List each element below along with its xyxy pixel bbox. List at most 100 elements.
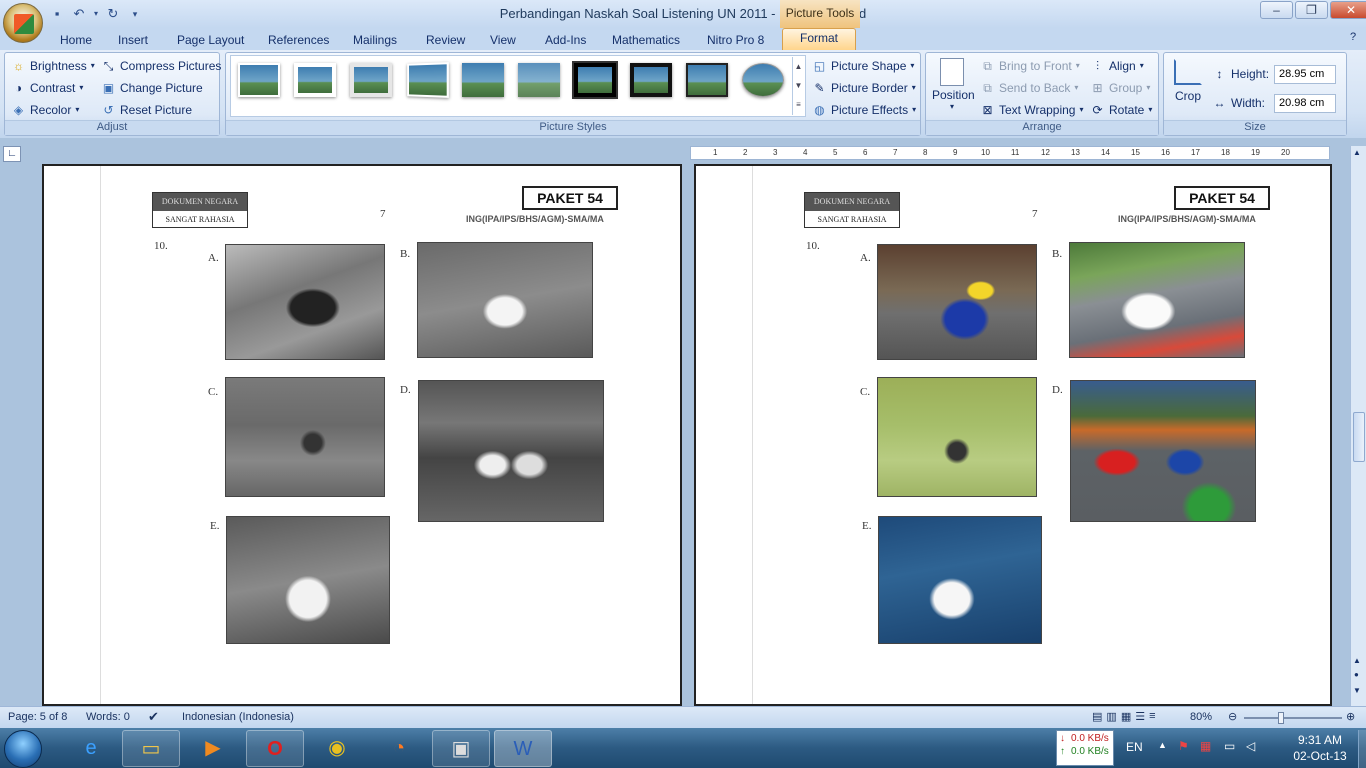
change-picture-button[interactable]: ▣ Change Picture bbox=[101, 78, 203, 98]
option-c-image[interactable] bbox=[225, 377, 385, 497]
tab-selector-button[interactable]: ∟ bbox=[3, 146, 21, 162]
volume-icon[interactable]: ◁ bbox=[1246, 739, 1255, 753]
text-wrapping-button[interactable]: ⊠ Text Wrapping ▾ bbox=[980, 100, 1083, 120]
option-c-image[interactable] bbox=[877, 377, 1037, 497]
picture-style-1[interactable] bbox=[238, 63, 280, 97]
minimize-button[interactable]: – bbox=[1260, 1, 1293, 19]
compress-pictures-button[interactable]: ⤡ Compress Pictures bbox=[101, 56, 222, 76]
picture-style-2[interactable] bbox=[294, 63, 336, 97]
draft-view-icon[interactable]: ≡ bbox=[1149, 710, 1155, 723]
picture-style-9[interactable] bbox=[686, 63, 728, 97]
scroll-thumb[interactable] bbox=[1353, 412, 1365, 462]
language-status[interactable]: Indonesian (Indonesia) bbox=[182, 711, 294, 723]
option-d-image[interactable] bbox=[418, 380, 604, 522]
full-screen-reading-icon[interactable]: ▥ bbox=[1106, 710, 1116, 723]
proofing-icon[interactable]: ✔ bbox=[148, 709, 159, 725]
tab-format[interactable]: Format bbox=[782, 28, 856, 50]
start-button[interactable] bbox=[4, 730, 42, 768]
contrast-button[interactable]: ◑ Contrast ▾ bbox=[11, 78, 84, 98]
page-count-status[interactable]: Page: 5 of 8 bbox=[8, 711, 67, 723]
vertical-scrollbar[interactable]: ▲ ▲ ● ▼ bbox=[1350, 146, 1366, 706]
web-layout-icon[interactable]: ▦ bbox=[1121, 710, 1131, 723]
reset-picture-button[interactable]: ↺ Reset Picture bbox=[101, 100, 192, 120]
option-b-image[interactable] bbox=[1069, 242, 1245, 358]
brightness-button[interactable]: ☼ Brightness ▾ bbox=[11, 56, 95, 76]
option-e-image[interactable] bbox=[878, 516, 1042, 644]
group-button[interactable]: ⊞ Group ▾ bbox=[1090, 78, 1150, 98]
recolor-button[interactable]: ◈ Recolor ▾ bbox=[11, 100, 80, 120]
next-page-icon[interactable]: ▼ bbox=[1353, 686, 1361, 695]
outline-view-icon[interactable]: ☰ bbox=[1135, 710, 1145, 723]
prev-page-icon[interactable]: ▲ bbox=[1353, 656, 1361, 665]
internet-explorer-icon[interactable]: e bbox=[62, 730, 120, 767]
save-icon[interactable]: ▪ bbox=[48, 5, 66, 23]
word-count-status[interactable]: Words: 0 bbox=[86, 711, 130, 723]
position-button[interactable]: Position ▾ bbox=[932, 56, 975, 118]
option-a-image[interactable] bbox=[877, 244, 1037, 360]
window-app-icon[interactable]: ▣ bbox=[432, 730, 490, 767]
horizontal-ruler[interactable]: 1 2 3 4 5 6 7 8 9 10 11 12 13 14 15 16 1… bbox=[690, 146, 1330, 160]
zoom-level[interactable]: 80% bbox=[1190, 711, 1212, 723]
tab-add-ins[interactable]: Add-Ins bbox=[545, 31, 586, 50]
tab-mathematics[interactable]: Mathematics bbox=[612, 31, 680, 50]
display-icon[interactable]: ▭ bbox=[1224, 739, 1235, 753]
picture-style-4[interactable] bbox=[407, 62, 449, 98]
option-d-image[interactable] bbox=[1070, 380, 1256, 522]
zoom-out-icon[interactable]: ⊖ bbox=[1228, 710, 1237, 723]
close-button[interactable]: ✕ bbox=[1330, 1, 1366, 19]
tab-review[interactable]: Review bbox=[426, 31, 465, 50]
width-field[interactable]: 20.98 cm bbox=[1274, 94, 1336, 113]
document-page-color[interactable]: DOKUMEN NEGARA SANGAT RAHASIA 7 PAKET 54… bbox=[694, 164, 1332, 706]
tab-insert[interactable]: Insert bbox=[118, 31, 148, 50]
align-button[interactable]: ⫶ Align ▾ bbox=[1090, 56, 1144, 76]
option-b-image[interactable] bbox=[417, 242, 593, 358]
zoom-slider[interactable] bbox=[1244, 717, 1342, 719]
ribbon-help-icon[interactable]: ? bbox=[1350, 31, 1356, 43]
bring-to-front-button[interactable]: ⧉ Bring to Front ▾ bbox=[980, 56, 1080, 76]
picture-style-3[interactable] bbox=[350, 63, 392, 97]
file-explorer-icon[interactable]: ▭ bbox=[122, 730, 180, 767]
customize-icon[interactable]: ▾ bbox=[126, 5, 144, 23]
picture-shape-button[interactable]: ◱ Picture Shape ▾ bbox=[812, 56, 915, 76]
picture-style-5[interactable] bbox=[462, 63, 504, 97]
picture-effects-button[interactable]: ◍ Picture Effects ▾ bbox=[812, 100, 916, 120]
tab-references[interactable]: References bbox=[268, 31, 329, 50]
tab-view[interactable]: View bbox=[490, 31, 516, 50]
picture-border-button[interactable]: ✎ Picture Border ▾ bbox=[812, 78, 915, 98]
show-hidden-icons[interactable]: ▲ bbox=[1158, 740, 1167, 750]
opera-icon[interactable]: O bbox=[246, 730, 304, 767]
redo-icon[interactable]: ↻ bbox=[104, 5, 122, 23]
document-page-scan[interactable]: DOKUMEN NEGARA SANGAT RAHASIA 7 PAKET 54… bbox=[42, 164, 682, 706]
show-desktop-button[interactable] bbox=[1358, 730, 1366, 768]
clock[interactable]: 9:31 AM 02-Oct-13 bbox=[1280, 732, 1360, 764]
chrome-icon[interactable]: ◉ bbox=[308, 730, 366, 767]
scroll-up-icon[interactable]: ▲ bbox=[1353, 148, 1361, 157]
flag-icon[interactable]: ⚑ bbox=[1178, 739, 1189, 753]
zoom-in-icon[interactable]: ⊕ bbox=[1346, 710, 1355, 723]
picture-style-10[interactable] bbox=[742, 63, 784, 97]
network-icon[interactable]: ▦ bbox=[1200, 739, 1211, 753]
gallery-scroll[interactable]: ▲ ▼ ≡ bbox=[792, 57, 804, 115]
tab-mailings[interactable]: Mailings bbox=[353, 31, 397, 50]
send-to-back-button[interactable]: ⧉ Send to Back ▾ bbox=[980, 78, 1078, 98]
undo-dropdown-icon[interactable]: ▾ bbox=[92, 5, 100, 23]
option-e-image[interactable] bbox=[226, 516, 390, 644]
picture-style-7[interactable] bbox=[572, 61, 618, 99]
print-layout-view-icon[interactable]: ▤ bbox=[1092, 710, 1102, 723]
picture-style-8[interactable] bbox=[630, 63, 672, 97]
firefox-icon[interactable]: ◔ bbox=[370, 730, 428, 767]
restore-button[interactable]: ❐ bbox=[1295, 1, 1328, 19]
undo-icon[interactable]: ↶ bbox=[70, 5, 88, 23]
input-language[interactable]: EN bbox=[1126, 740, 1143, 754]
select-browse-object-icon[interactable]: ● bbox=[1354, 670, 1359, 679]
word-icon[interactable]: W bbox=[494, 730, 552, 767]
rotate-button[interactable]: ⟳ Rotate ▾ bbox=[1090, 100, 1152, 120]
tab-nitro-pro[interactable]: Nitro Pro 8 bbox=[707, 31, 764, 50]
tab-home[interactable]: Home bbox=[60, 31, 92, 50]
office-button[interactable] bbox=[3, 3, 43, 43]
option-a-image[interactable] bbox=[225, 244, 385, 360]
tab-page-layout[interactable]: Page Layout bbox=[177, 31, 244, 50]
zoom-slider-thumb[interactable] bbox=[1278, 712, 1284, 724]
crop-button[interactable]: Crop bbox=[1168, 56, 1208, 111]
height-field[interactable]: 28.95 cm bbox=[1274, 65, 1336, 84]
